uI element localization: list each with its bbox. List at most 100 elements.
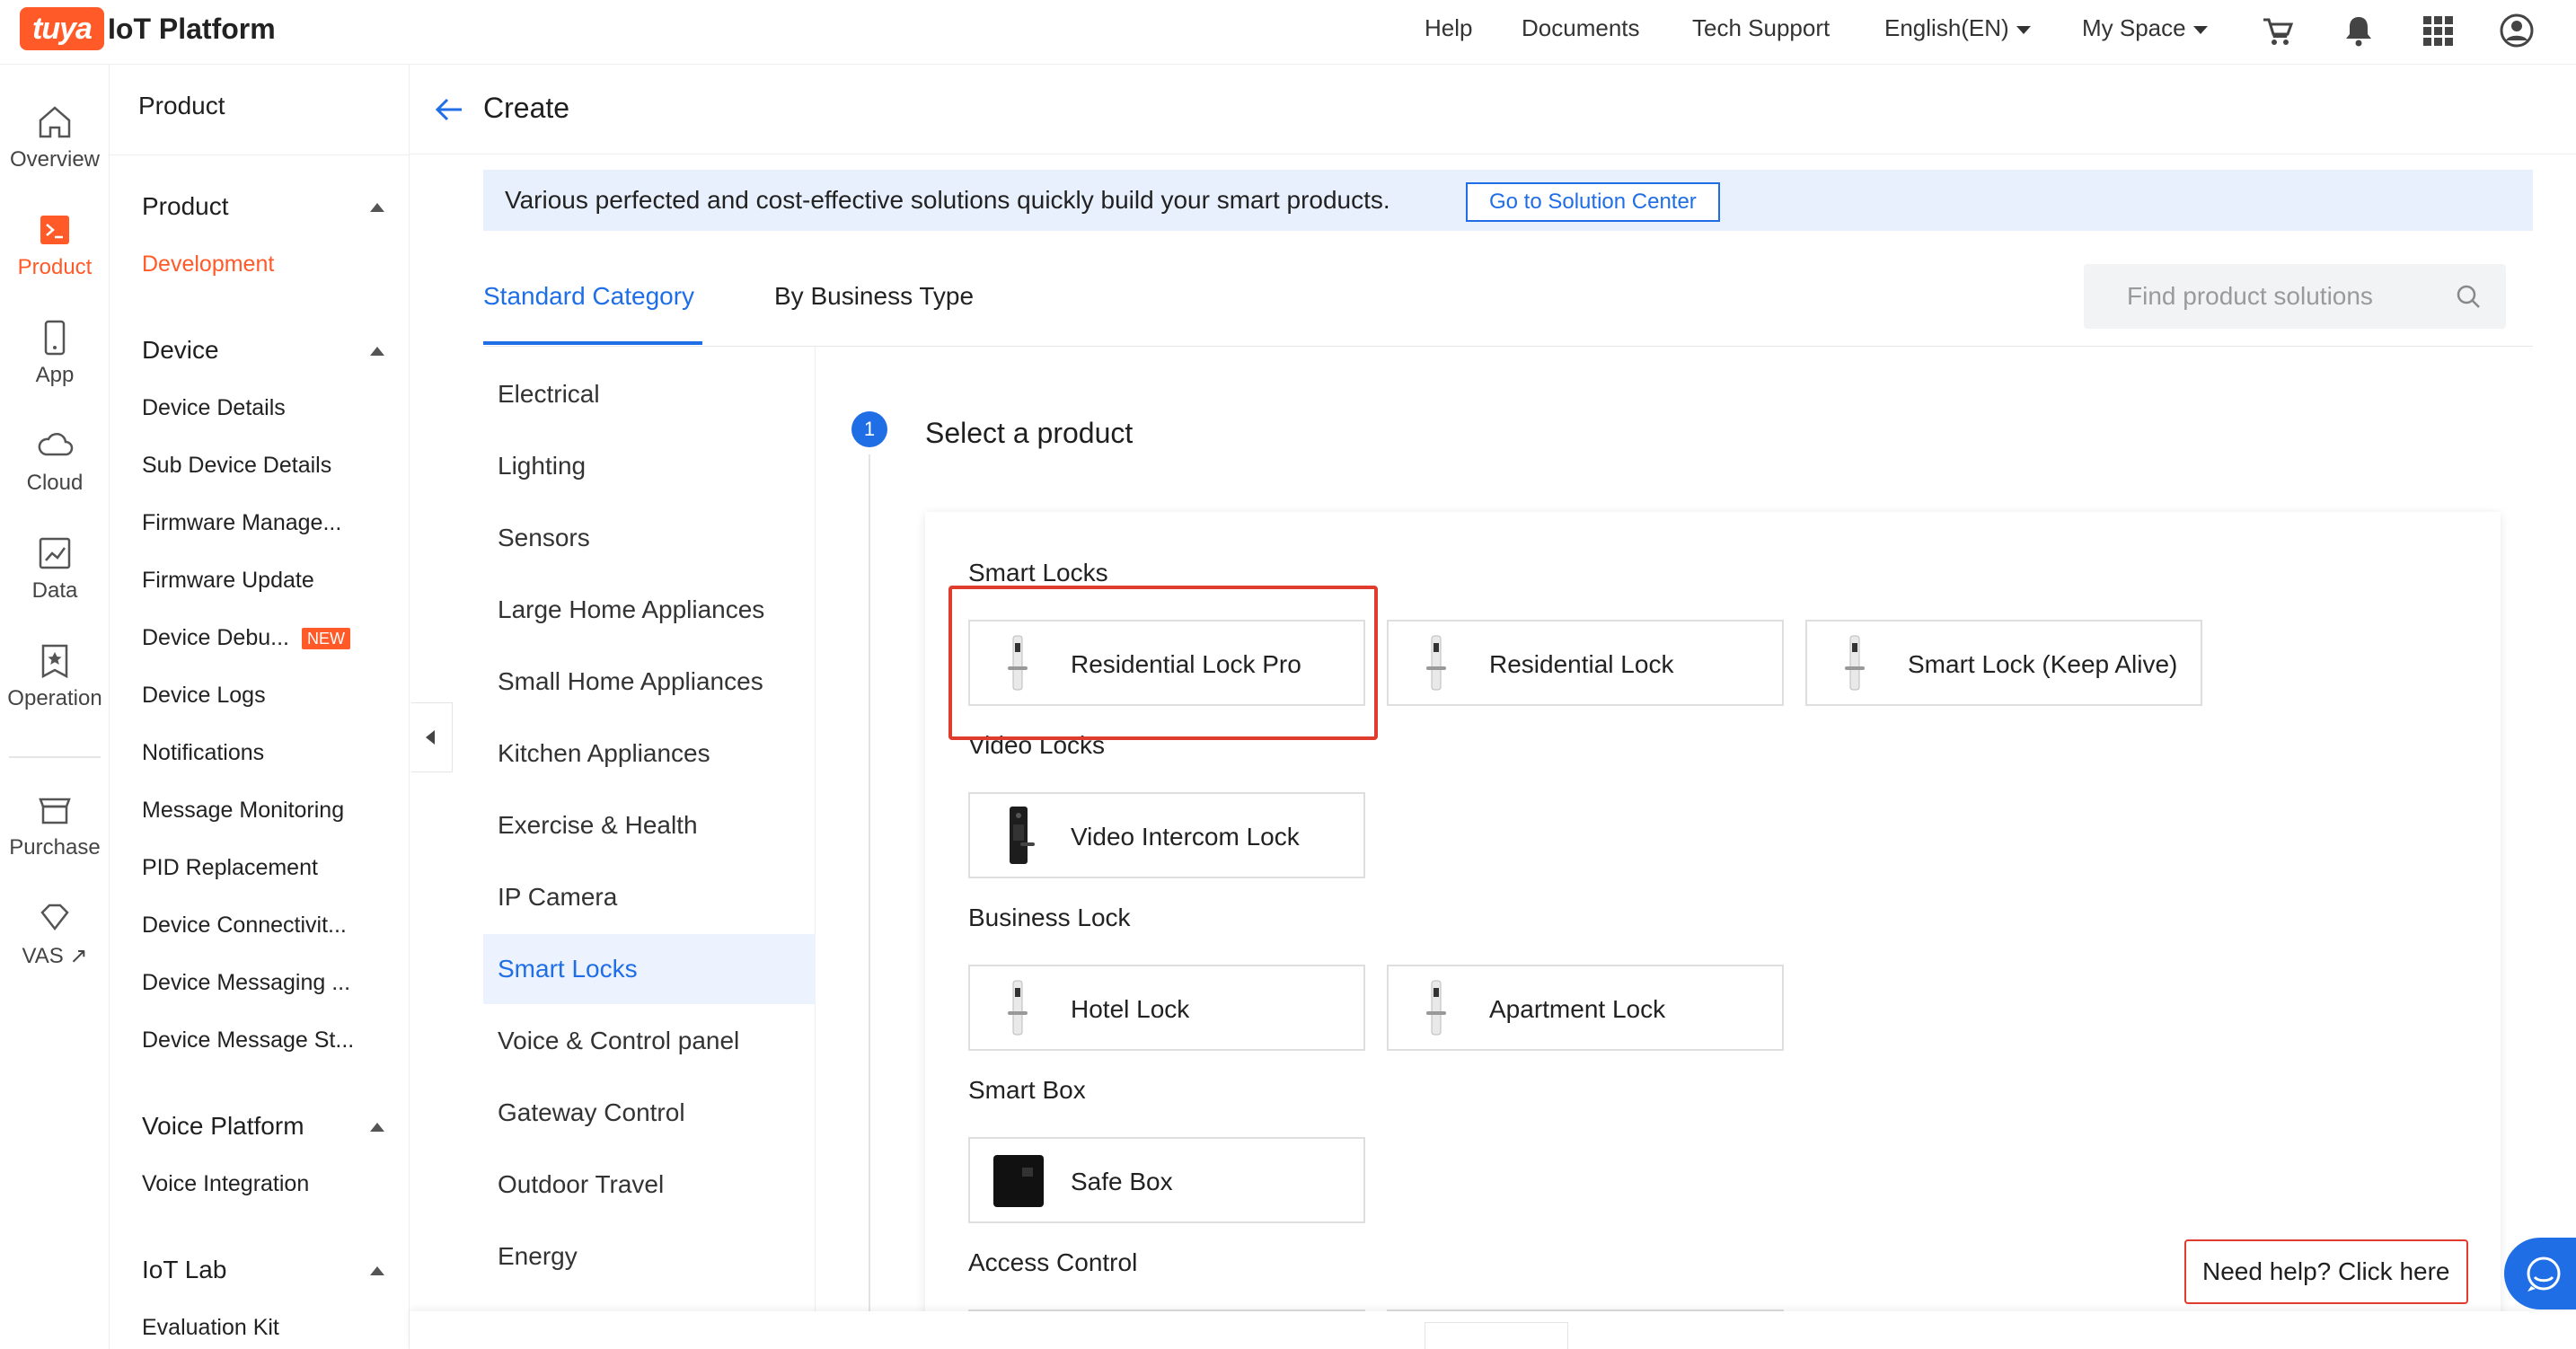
cart-icon[interactable] xyxy=(2260,13,2296,48)
category-item-large-home-appliances[interactable]: Large Home Appliances xyxy=(483,575,816,645)
user-avatar-icon[interactable] xyxy=(2499,13,2535,48)
category-item-voice-control-panel[interactable]: Voice & Control panel xyxy=(483,1006,816,1076)
category-item-kitchen-appliances[interactable]: Kitchen Appliances xyxy=(483,719,816,789)
sidebar-group-iotlab[interactable]: IoT Lab xyxy=(142,1256,384,1284)
nav-overview[interactable]: Overview xyxy=(0,102,110,201)
sidebar-group-product[interactable]: Product xyxy=(142,192,384,221)
nav-operation-label: Operation xyxy=(7,686,102,710)
nav-app-label: App xyxy=(35,363,75,387)
nav-vas[interactable]: VAS ↗ xyxy=(0,898,110,997)
collapse-sidebar-button[interactable] xyxy=(411,702,453,772)
nav-cloud[interactable]: Cloud xyxy=(0,426,110,525)
solution-center-button[interactable]: Go to Solution Center xyxy=(1466,182,1720,222)
product-card-hotel-lock[interactable]: Hotel Lock xyxy=(968,965,1365,1051)
back-arrow-icon[interactable] xyxy=(431,92,467,128)
sidebar-item-device-messaging[interactable]: Device Messaging ... xyxy=(142,970,350,996)
nav-product[interactable]: Product xyxy=(0,210,110,309)
category-item-electrical[interactable]: Electrical xyxy=(483,359,816,429)
tuya-logo[interactable]: tuya xyxy=(20,7,104,50)
safe-box-icon xyxy=(993,1155,1044,1207)
sidebar-item-label: Device Debu... xyxy=(142,625,289,650)
home-icon xyxy=(39,106,71,138)
tech-support-link[interactable]: Tech Support xyxy=(1692,14,1830,42)
rail-divider xyxy=(9,756,101,758)
product-card-video-intercom-lock[interactable]: Video Intercom Lock xyxy=(968,792,1365,878)
sidebar-item-device-logs[interactable]: Device Logs xyxy=(142,683,266,709)
category-item-exercise-health[interactable]: Exercise & Health xyxy=(483,790,816,860)
nav-app[interactable]: App xyxy=(0,318,110,417)
nav-data[interactable]: Data xyxy=(0,533,110,632)
documents-link[interactable]: Documents xyxy=(1522,14,1640,42)
help-button[interactable]: Need help? Click here xyxy=(2184,1239,2468,1304)
category-item-gateway-control[interactable]: Gateway Control xyxy=(483,1078,816,1148)
sidebar-item-message-monitoring[interactable]: Message Monitoring xyxy=(142,798,344,824)
video-lock-icon xyxy=(1010,807,1035,864)
chevron-down-icon xyxy=(2016,25,2031,34)
product-card-residential-lock[interactable]: Residential Lock xyxy=(1387,620,1784,706)
bell-icon[interactable] xyxy=(2341,13,2377,48)
sidebar-item-device-message-st[interactable]: Device Message St... xyxy=(142,1027,354,1054)
divider xyxy=(110,154,409,155)
chat-icon xyxy=(2527,1256,2561,1292)
sidebar-item-device-debug[interactable]: Device Debu... NEW xyxy=(142,625,350,651)
sidebar-item-pid-replacement[interactable]: PID Replacement xyxy=(142,855,318,881)
language-dropdown[interactable]: English(EN) xyxy=(1884,14,2031,42)
category-item-small-home-appliances[interactable]: Small Home Appliances xyxy=(483,647,816,717)
category-item-ip-camera[interactable]: IP Camera xyxy=(483,862,816,932)
selection-highlight xyxy=(948,586,1378,740)
page-title: Create xyxy=(483,92,570,124)
door-lock-icon xyxy=(1008,980,1028,1036)
nav-overview-label: Overview xyxy=(9,147,101,172)
product-label: Smart Lock (Keep Alive) xyxy=(1908,650,2178,678)
chat-button[interactable] xyxy=(2504,1238,2576,1309)
diamond-icon xyxy=(40,904,69,931)
door-lock-icon xyxy=(1426,980,1446,1036)
language-label: English(EN) xyxy=(1884,14,2009,41)
sidebar-item-sub-device-details[interactable]: Sub Device Details xyxy=(142,453,331,479)
sidebar-group-label: Product xyxy=(142,192,229,220)
tab-by-business-type[interactable]: By Business Type xyxy=(774,282,974,311)
category-item-smart-locks[interactable]: Smart Locks xyxy=(483,934,816,1004)
help-link[interactable]: Help xyxy=(1425,14,1472,42)
sidebar-item-evaluation-kit[interactable]: Evaluation Kit xyxy=(142,1315,279,1341)
search-icon[interactable] xyxy=(2456,284,2483,311)
sidebar-group-label: IoT Lab xyxy=(142,1256,227,1283)
nav-operation[interactable]: Operation xyxy=(0,641,110,740)
chart-icon xyxy=(39,537,71,569)
section-title-access-control: Access Control xyxy=(968,1248,1138,1276)
category-item-outdoor-travel[interactable]: Outdoor Travel xyxy=(483,1150,816,1220)
sidebar-item-firmware-manage[interactable]: Firmware Manage... xyxy=(142,510,341,536)
phone-icon xyxy=(44,320,66,356)
main-nav-rail: Overview Product App Cloud Data Operatio… xyxy=(0,65,110,1349)
search-input[interactable] xyxy=(2127,277,2432,316)
platform-name[interactable]: IoT Platform xyxy=(108,13,276,46)
sidebar-item-voice-integration[interactable]: Voice Integration xyxy=(142,1171,309,1197)
space-dropdown[interactable]: My Space xyxy=(2082,14,2208,42)
tab-standard-category[interactable]: Standard Category xyxy=(483,282,694,311)
nav-product-label: Product xyxy=(17,255,93,279)
sidebar-group-voice[interactable]: Voice Platform xyxy=(142,1112,384,1141)
product-label: Residential Lock xyxy=(1489,650,1674,678)
sidebar-item-development[interactable]: Development xyxy=(142,251,274,278)
active-tab-indicator xyxy=(483,341,702,345)
chevron-up-icon xyxy=(370,1123,384,1132)
product-card-apartment-lock[interactable]: Apartment Lock xyxy=(1387,965,1784,1051)
sidebar-item-firmware-update[interactable]: Firmware Update xyxy=(142,568,314,594)
bottom-tab[interactable] xyxy=(1425,1322,1568,1349)
product-card-smart-lock-keep-alive[interactable]: Smart Lock (Keep Alive) xyxy=(1805,620,2202,706)
sidebar-item-device-connectivity[interactable]: Device Connectivit... xyxy=(142,913,347,939)
category-item-lighting[interactable]: Lighting xyxy=(483,431,816,501)
apps-grid-icon[interactable] xyxy=(2420,13,2456,48)
category-item-energy[interactable]: Energy xyxy=(483,1221,816,1292)
sidebar-group-device[interactable]: Device xyxy=(142,336,384,365)
nav-purchase[interactable]: Purchase xyxy=(0,790,110,889)
sidebar-group-label: Device xyxy=(142,336,219,364)
category-item-sensors[interactable]: Sensors xyxy=(483,503,816,573)
chevron-up-icon xyxy=(370,203,384,212)
door-lock-icon xyxy=(1845,635,1865,691)
sidebar-item-notifications[interactable]: Notifications xyxy=(142,740,264,766)
sidebar-item-device-details[interactable]: Device Details xyxy=(142,395,286,421)
nav-vas-label: VAS ↗ xyxy=(22,944,88,968)
section-title-business-lock: Business Lock xyxy=(968,904,1131,931)
product-card-safe-box[interactable]: Safe Box xyxy=(968,1137,1365,1223)
